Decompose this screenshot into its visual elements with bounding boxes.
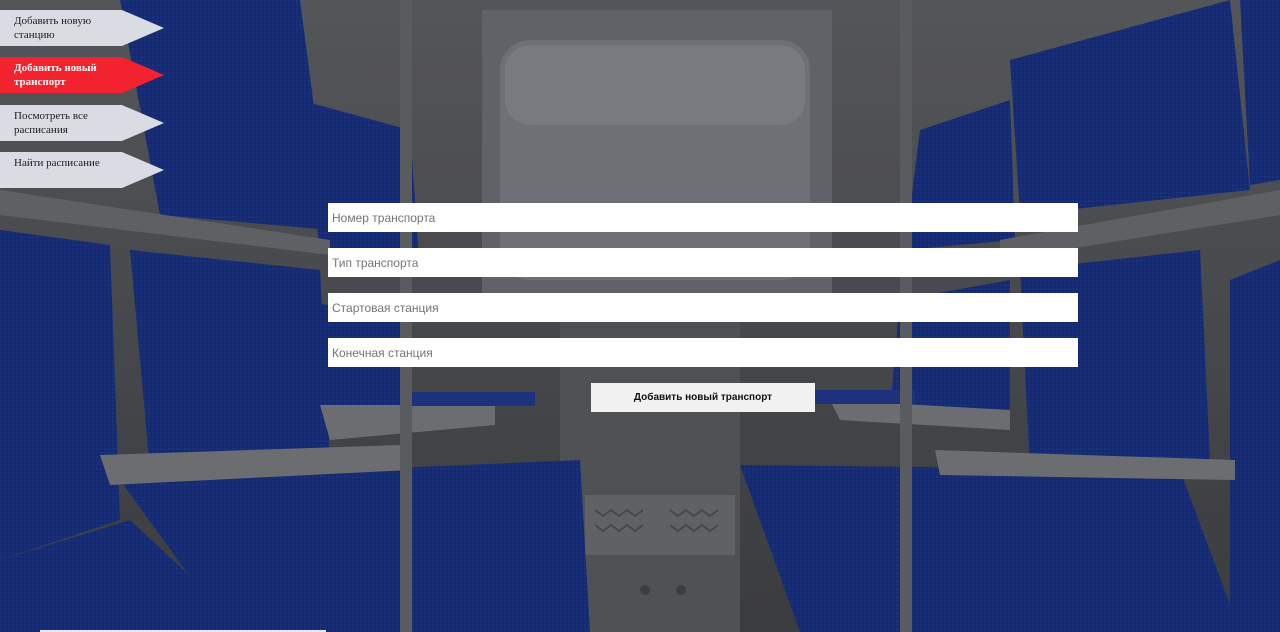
add-transport-button[interactable]: Добавить новый транспорт xyxy=(591,383,815,412)
nav-item-label: Посмотреть все расписания xyxy=(14,110,88,136)
transport-type-input[interactable] xyxy=(328,248,1078,277)
nav-item-add-transport[interactable]: Добавить новый транспорт xyxy=(0,57,164,93)
start-station-input[interactable] xyxy=(328,293,1078,322)
nav-item-label: Добавить новый транспорт xyxy=(14,62,97,88)
nav-item-view-schedules[interactable]: Посмотреть все расписания xyxy=(0,105,164,141)
nav-item-add-station[interactable]: Добавить новую станцию xyxy=(0,10,164,46)
page: Добавить новую станцию Добавить новый тр… xyxy=(0,0,1280,632)
nav-item-label: Добавить новую станцию xyxy=(14,15,92,41)
transport-number-input[interactable] xyxy=(328,203,1078,232)
nav-item-find-schedule[interactable]: Найти расписание xyxy=(0,152,164,188)
end-station-input[interactable] xyxy=(328,338,1078,367)
nav-item-label: Найти расписание xyxy=(14,157,100,169)
